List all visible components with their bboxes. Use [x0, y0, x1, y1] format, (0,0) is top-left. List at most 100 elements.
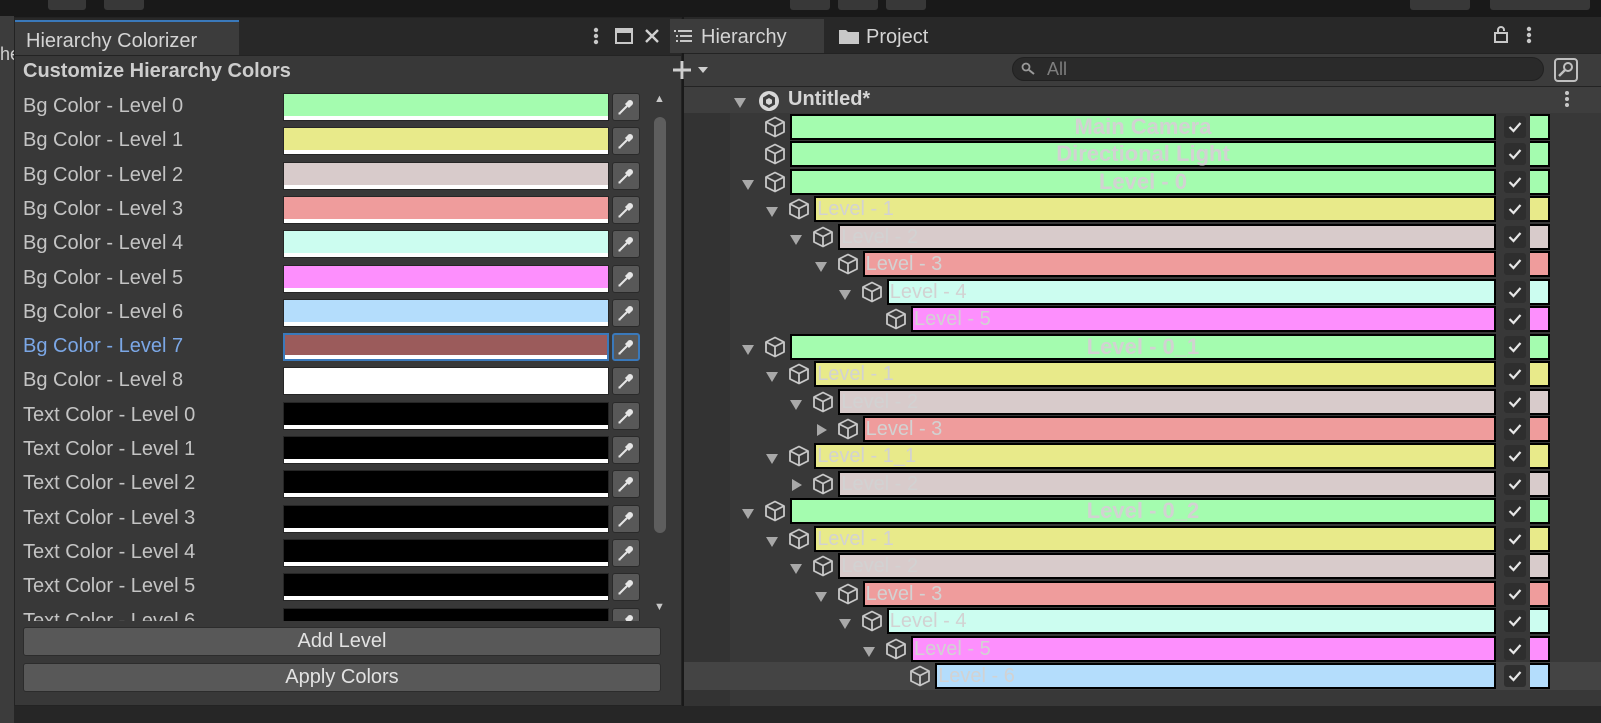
- active-checkbox[interactable]: [1504, 335, 1526, 358]
- eyedropper-icon[interactable]: [612, 298, 640, 327]
- color-swatch[interactable]: [283, 538, 609, 567]
- eyedropper-icon[interactable]: [612, 573, 640, 602]
- color-swatch[interactable]: [283, 436, 609, 464]
- color-swatch[interactable]: [283, 298, 609, 327]
- active-checkbox[interactable]: [1504, 143, 1526, 166]
- color-swatch[interactable]: [283, 127, 609, 156]
- hierarchy-item[interactable]: Level - 3: [684, 580, 1601, 608]
- active-checkbox[interactable]: [1504, 390, 1526, 413]
- fold-open-icon[interactable]: [838, 287, 851, 305]
- fold-open-icon[interactable]: [766, 369, 779, 387]
- active-checkbox[interactable]: [1504, 308, 1526, 331]
- search-input[interactable]: All: [1012, 57, 1544, 81]
- fold-closed-icon[interactable]: [816, 423, 827, 441]
- close-icon[interactable]: [641, 24, 663, 48]
- add-level-button[interactable]: Add Level: [23, 627, 661, 656]
- toolbar-button[interactable]: [104, 0, 144, 10]
- eyedropper-icon[interactable]: [612, 333, 640, 362]
- fold-open-icon[interactable]: [742, 342, 754, 360]
- color-swatch[interactable]: [283, 401, 609, 430]
- eyedropper-icon[interactable]: [612, 161, 640, 190]
- color-swatch[interactable]: [283, 264, 609, 293]
- color-swatch[interactable]: [283, 93, 609, 121]
- hierarchy-item[interactable]: Level - 2: [684, 470, 1601, 498]
- toolbar-button[interactable]: [838, 0, 878, 10]
- active-checkbox[interactable]: [1504, 582, 1526, 605]
- hierarchy-item[interactable]: Level - 2: [684, 388, 1601, 416]
- search-options-icon[interactable]: [1554, 58, 1578, 82]
- scroll-up-icon[interactable]: ▲: [654, 93, 665, 105]
- hierarchy-item[interactable]: Level - 0: [684, 168, 1601, 196]
- toolbar-button[interactable]: [886, 0, 926, 10]
- hierarchy-item[interactable]: Level - 1: [684, 195, 1601, 223]
- fold-open-icon[interactable]: [838, 616, 851, 634]
- hierarchy-item[interactable]: Level - 6: [684, 662, 1601, 690]
- more-options-icon[interactable]: [585, 24, 607, 48]
- fold-open-icon[interactable]: [734, 95, 746, 113]
- hierarchy-item[interactable]: Level - 2: [684, 552, 1601, 580]
- active-checkbox[interactable]: [1504, 225, 1526, 248]
- hierarchy-item[interactable]: Level - 1_1: [684, 442, 1601, 470]
- fold-open-icon[interactable]: [790, 397, 803, 415]
- eyedropper-icon[interactable]: [612, 607, 640, 621]
- fold-open-icon[interactable]: [790, 232, 803, 250]
- active-checkbox[interactable]: [1504, 170, 1526, 193]
- active-checkbox[interactable]: [1504, 665, 1526, 687]
- hierarchy-item[interactable]: Level - 4: [684, 607, 1601, 635]
- active-checkbox[interactable]: [1504, 445, 1526, 468]
- hierarchy-item[interactable]: Directional Light: [684, 140, 1601, 168]
- fold-open-icon[interactable]: [814, 589, 827, 607]
- hierarchy-item[interactable]: Level - 0_1: [684, 333, 1601, 361]
- toolbar-button[interactable]: [1410, 0, 1470, 10]
- create-menu-button[interactable]: [672, 58, 716, 87]
- active-checkbox[interactable]: [1504, 610, 1526, 633]
- eyedropper-icon[interactable]: [612, 93, 640, 121]
- hierarchy-item[interactable]: Level - 5: [684, 305, 1601, 333]
- maximize-icon[interactable]: [613, 24, 635, 48]
- tab-project[interactable]: Project: [824, 19, 954, 53]
- lock-icon[interactable]: [1494, 25, 1508, 48]
- hierarchy-item[interactable]: Level - 1: [684, 525, 1601, 553]
- fold-open-icon[interactable]: [814, 259, 827, 277]
- hierarchy-item[interactable]: Level - 5: [684, 635, 1601, 663]
- eyedropper-icon[interactable]: [612, 401, 640, 430]
- active-checkbox[interactable]: [1504, 527, 1526, 550]
- toolbar-button[interactable]: [1490, 0, 1590, 10]
- hierarchy-item[interactable]: Level - 0_2: [684, 497, 1601, 525]
- fold-open-icon[interactable]: [766, 204, 779, 222]
- scene-options-icon[interactable]: [1564, 89, 1570, 114]
- eyedropper-icon[interactable]: [612, 538, 640, 567]
- color-swatch[interactable]: [283, 504, 609, 533]
- hierarchy-item[interactable]: Level - 4: [684, 278, 1601, 306]
- active-checkbox[interactable]: [1504, 472, 1526, 495]
- hierarchy-item[interactable]: Level - 3: [684, 415, 1601, 443]
- fold-open-icon[interactable]: [863, 644, 875, 662]
- active-checkbox[interactable]: [1504, 253, 1526, 276]
- fold-open-icon[interactable]: [742, 506, 754, 524]
- color-swatch[interactable]: [283, 230, 609, 259]
- color-swatch[interactable]: [283, 470, 609, 499]
- eyedropper-icon[interactable]: [612, 504, 640, 533]
- vertical-scrollbar[interactable]: ▲ ▼: [651, 91, 669, 621]
- scrollbar-thumb[interactable]: [654, 117, 666, 533]
- toolbar-button[interactable]: [48, 0, 86, 10]
- color-swatch[interactable]: [283, 573, 609, 602]
- toolbar-button[interactable]: [790, 0, 830, 10]
- color-swatch[interactable]: [283, 367, 609, 396]
- eyedropper-icon[interactable]: [612, 195, 640, 224]
- scroll-down-icon[interactable]: ▼: [654, 601, 665, 613]
- apply-colors-button[interactable]: Apply Colors: [23, 663, 661, 692]
- active-checkbox[interactable]: [1504, 637, 1526, 660]
- tab-hierarchy[interactable]: Hierarchy: [670, 19, 824, 53]
- hierarchy-item[interactable]: Level - 2: [684, 223, 1601, 251]
- hierarchy-item[interactable]: Main Camera: [684, 113, 1601, 141]
- eyedropper-icon[interactable]: [612, 264, 640, 293]
- color-swatch[interactable]: [283, 333, 609, 362]
- color-swatch[interactable]: [283, 607, 609, 621]
- fold-closed-icon[interactable]: [792, 478, 803, 496]
- eyedropper-icon[interactable]: [612, 127, 640, 156]
- active-checkbox[interactable]: [1504, 500, 1526, 523]
- hierarchy-item[interactable]: Level - 1: [684, 360, 1601, 388]
- fold-open-icon[interactable]: [766, 534, 779, 552]
- active-checkbox[interactable]: [1504, 363, 1526, 386]
